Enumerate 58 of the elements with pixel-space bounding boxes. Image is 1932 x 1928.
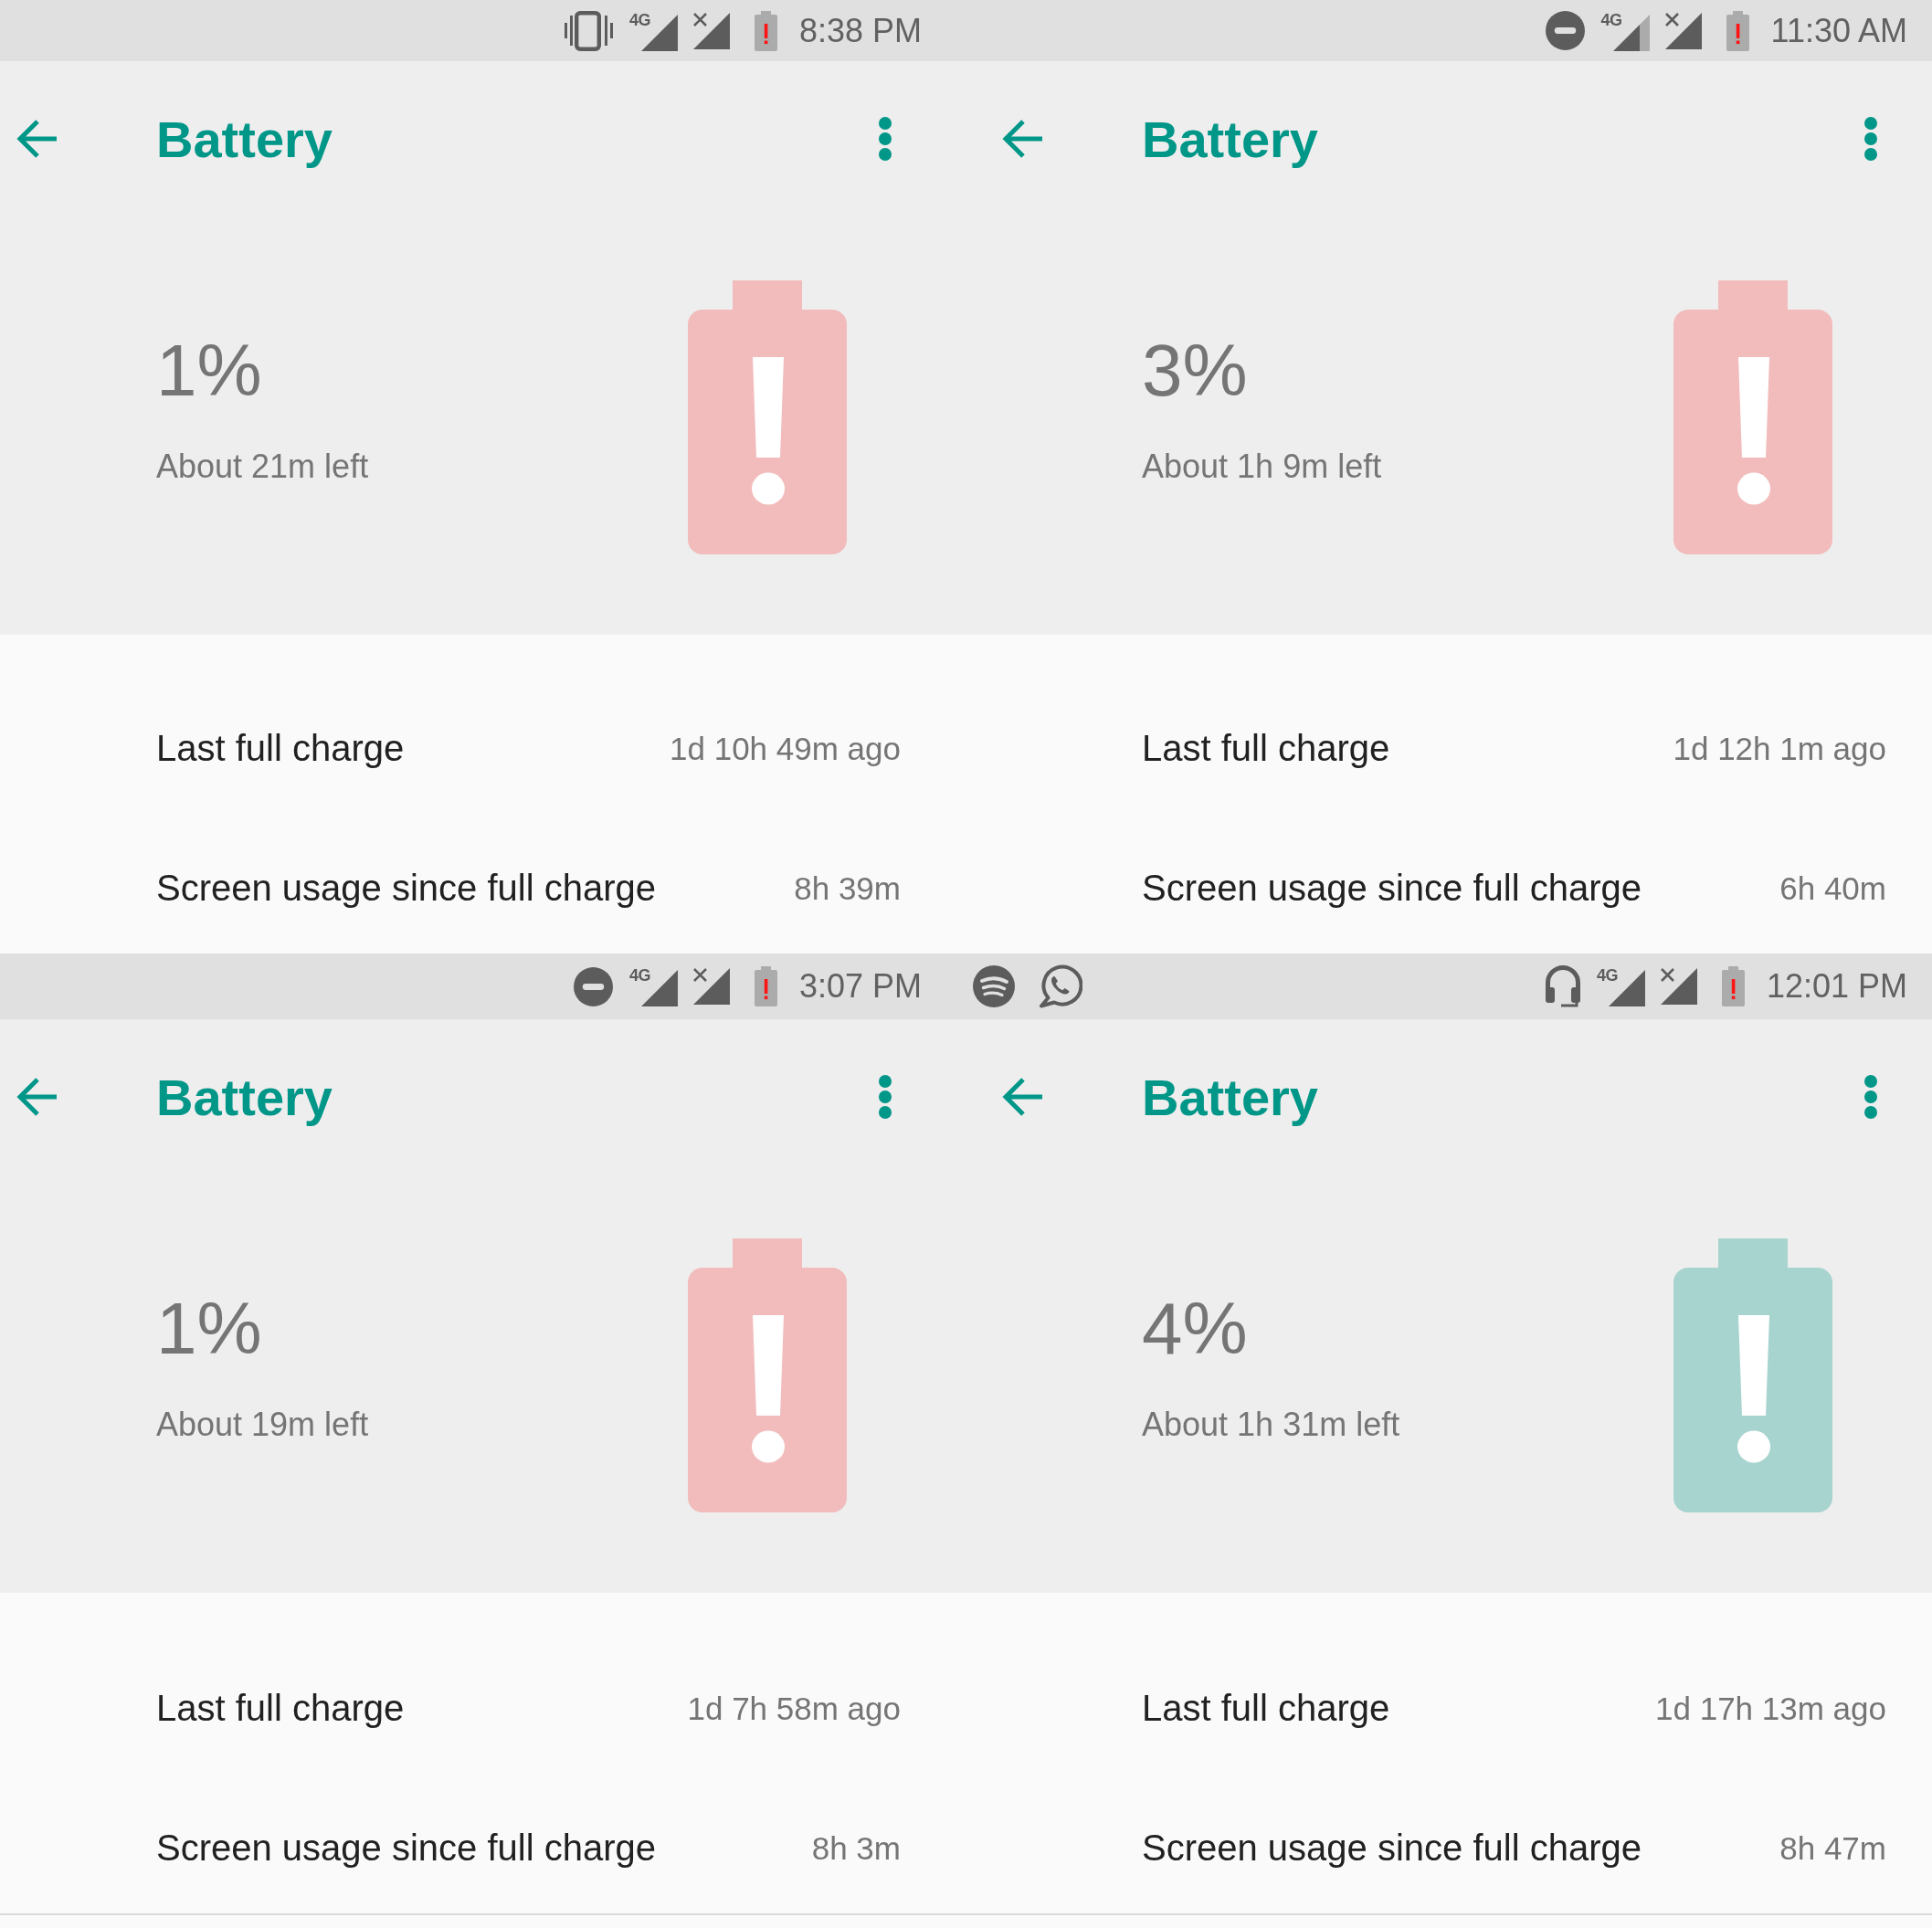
time-remaining: About 21m left — [156, 448, 369, 485]
setting-value: 8h 3m — [811, 1829, 901, 1867]
back-icon[interactable] — [1000, 119, 1044, 159]
headset-icon — [1545, 965, 1580, 1007]
setting-label: Last full charge — [1142, 728, 1390, 769]
battery-alert-icon — [754, 966, 777, 1006]
back-icon[interactable] — [15, 119, 58, 159]
time-remaining: About 19m left — [156, 1406, 369, 1443]
vibrate-icon — [564, 10, 613, 51]
time-remaining: About 1h 31m left — [1142, 1406, 1400, 1443]
battery-percentage: 4% — [1142, 1287, 1248, 1371]
battery-percentage: 1% — [156, 1287, 262, 1371]
setting-label: Last full charge — [156, 728, 405, 769]
page-title: Battery — [156, 109, 333, 169]
setting-label: Screen usage since full charge — [1142, 868, 1642, 909]
sound-waves-icon — [973, 965, 1015, 1007]
no-signal-icon — [692, 12, 730, 49]
time-remaining: About 1h 9m left — [1142, 448, 1382, 485]
page-title: Battery — [156, 1067, 333, 1127]
setting-label: Last full charge — [156, 1688, 405, 1729]
no-signal-icon — [692, 968, 730, 1005]
setting-label: Screen usage since full charge — [1142, 1828, 1642, 1869]
network-type-label: 4G — [1600, 12, 1622, 27]
battery-alert-icon — [754, 10, 777, 51]
no-signal-icon — [1660, 968, 1697, 1005]
back-icon[interactable] — [15, 1077, 58, 1117]
setting-value: 8h 47m — [1779, 1829, 1886, 1867]
back-icon[interactable] — [1000, 1077, 1044, 1117]
no-signal-icon — [1664, 12, 1702, 49]
battery-percentage: 1% — [156, 329, 262, 413]
network-type-label: 4G — [628, 968, 650, 983]
setting-value: 1d 10h 49m ago — [670, 730, 901, 767]
more-options-icon[interactable] — [879, 117, 892, 161]
setting-label: Last full charge — [1142, 1688, 1390, 1729]
do-not-disturb-icon — [1545, 11, 1585, 50]
clock-time: 8:38 PM — [798, 11, 922, 50]
network-type-label: 4G — [628, 12, 650, 27]
clock-time: 12:01 PM — [1766, 967, 1907, 1006]
more-options-icon[interactable] — [1864, 117, 1877, 161]
network-type-label: 4G — [1596, 968, 1618, 983]
clock-time: 11:30 AM — [1770, 11, 1907, 50]
setting-label: Screen usage since full charge — [156, 1828, 656, 1869]
page-title: Battery — [1142, 1067, 1318, 1127]
more-options-icon[interactable] — [879, 1075, 892, 1119]
phone-bubble-icon — [1039, 964, 1082, 1008]
page-title: Battery — [1142, 109, 1318, 169]
setting-value: 1d 12h 1m ago — [1673, 730, 1886, 767]
setting-value: 6h 40m — [1779, 869, 1886, 907]
battery-alert-icon — [1721, 966, 1745, 1006]
setting-label: Screen usage since full charge — [156, 868, 656, 909]
clock-time: 3:07 PM — [798, 967, 922, 1006]
setting-value: 1d 17h 13m ago — [1655, 1690, 1886, 1727]
do-not-disturb-icon — [573, 966, 613, 1006]
more-options-icon[interactable] — [1864, 1075, 1877, 1119]
battery-percentage: 3% — [1142, 329, 1248, 413]
setting-value: 8h 39m — [794, 869, 901, 907]
battery-alert-icon — [1726, 10, 1749, 51]
setting-value: 1d 7h 58m ago — [687, 1690, 901, 1727]
